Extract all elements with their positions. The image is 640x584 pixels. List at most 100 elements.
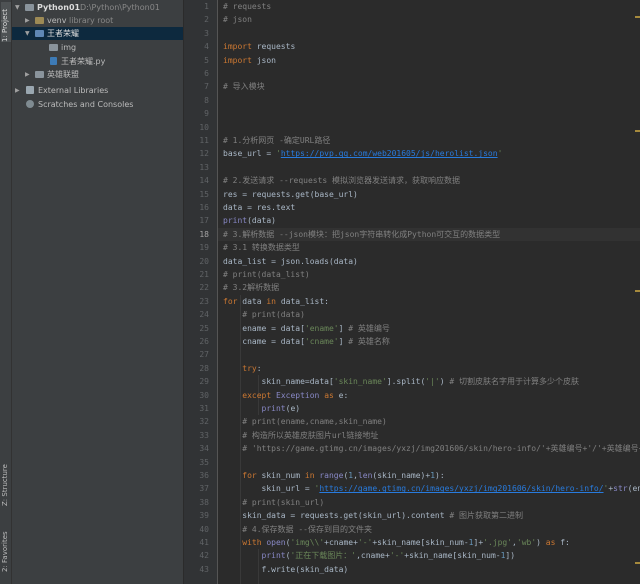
code-line[interactable]: for data in data_list: <box>218 295 640 308</box>
line-number: 2 <box>204 15 209 25</box>
line-number: 37 <box>199 484 209 494</box>
code-line[interactable] <box>218 107 640 120</box>
line-number: 9 <box>204 109 209 119</box>
code-line[interactable]: # print(skin_url) <box>218 496 640 509</box>
code-line[interactable]: # print(data) <box>218 308 640 321</box>
project-root-path: D:\Python\Python01 <box>80 3 160 12</box>
code-line[interactable]: # 4.保存数据 --保存到目的文件夹 <box>218 523 640 536</box>
expand-arrow-icon[interactable]: ▶ <box>25 68 30 81</box>
line-number: 38 <box>199 497 209 507</box>
line-number: 1 <box>204 2 209 11</box>
tree-row-scratches[interactable]: Scratches and Consoles <box>12 98 183 111</box>
code-line[interactable]: base_url = 'https://pvp.qq.com/web201605… <box>218 147 640 160</box>
line-number: 40 <box>199 524 209 534</box>
tree-item-label: img <box>61 43 77 52</box>
line-number-gutter[interactable]: 1 2 3 4 5 6 7 8 9 10 11 12 13 14 15 16 17 18 19 20 21 22 23 24 2… <box>184 0 218 584</box>
tree-item-label: Scratches and Consoles <box>38 100 134 109</box>
code-line[interactable]: print(data) <box>218 214 640 227</box>
code-line[interactable]: # print(data_list) <box>218 268 640 281</box>
code-line[interactable]: ename = data['ename'] # 英雄编号 <box>218 322 640 335</box>
line-number: 43 <box>199 564 209 574</box>
code-line[interactable]: for skin_num in range(1,len(skin_name)+1… <box>218 469 640 482</box>
line-number: 11 <box>199 136 209 145</box>
scratches-icon <box>26 100 34 108</box>
code-line[interactable]: # json <box>218 13 640 26</box>
tree-row-wangzhe-folder[interactable]: ▼ 王者荣耀 <box>12 27 183 40</box>
favorites-tool-tab[interactable]: 2: Favorites <box>1 522 11 572</box>
code-line[interactable]: skin_url = 'https://game.gtimg.cn/images… <box>218 482 640 495</box>
code-line[interactable]: # 1.分析网页 -确定URL路径 <box>218 134 640 147</box>
code-line[interactable]: # 3.2解析数据 <box>218 281 640 294</box>
tree-row-img[interactable]: img <box>12 41 183 54</box>
tree-item-label: 英雄联盟 <box>47 70 79 79</box>
tree-row-venv[interactable]: ▶ venv library root <box>12 14 183 27</box>
line-number: 21 <box>199 270 209 279</box>
code-line[interactable]: # 导入模块 <box>218 80 640 93</box>
code-line[interactable]: data = res.text <box>218 201 640 214</box>
code-line[interactable]: f.write(skin_data) <box>218 563 640 576</box>
scrollbar-warning-marker[interactable] <box>635 290 640 292</box>
code-line[interactable] <box>218 67 640 80</box>
expand-arrow-icon[interactable]: ▼ <box>15 1 20 14</box>
line-number: 13 <box>199 162 209 172</box>
code-line[interactable]: # 2.发送请求 --requests 模拟浏览器发送请求，获取响应数据 <box>218 174 640 187</box>
folder-icon <box>35 17 44 24</box>
code-line[interactable]: except Exception as e: <box>218 389 640 402</box>
code-line[interactable]: # 'https://game.gtimg.cn/images/yxzj/img… <box>218 442 640 455</box>
code-line[interactable] <box>218 27 640 40</box>
expand-arrow-icon[interactable]: ▶ <box>25 14 30 27</box>
structure-tool-tab[interactable]: Z: Structure <box>1 458 11 506</box>
folder-icon <box>25 4 34 11</box>
folder-icon <box>35 71 44 78</box>
code-line[interactable]: import json <box>218 54 640 67</box>
line-number: 6 <box>204 69 209 78</box>
line-number: 42 <box>199 551 209 561</box>
code-line[interactable]: print('正在下载图片：',cname+'-'+skin_name[skin… <box>218 549 640 562</box>
line-number: 18 <box>199 229 209 239</box>
code-line[interactable]: data_list = json.loads(data) <box>218 255 640 268</box>
tree-row-yingxiong[interactable]: ▶ 英雄联盟 <box>12 68 183 81</box>
scrollbar-warning-marker[interactable] <box>635 16 640 18</box>
line-number: 4 <box>204 42 209 52</box>
code-line[interactable]: # 3.1 转换数据类型 <box>218 241 640 254</box>
code-line[interactable] <box>218 348 640 361</box>
line-number: 12 <box>199 149 209 159</box>
code-line[interactable] <box>218 161 640 174</box>
scrollbar-warning-marker[interactable] <box>635 562 640 564</box>
line-number: 31 <box>199 404 209 413</box>
line-number: 24 <box>199 310 209 320</box>
code-line[interactable]: res = requests.get(base_url) <box>218 188 640 201</box>
line-number: 25 <box>199 323 209 333</box>
line-number: 39 <box>199 511 209 521</box>
line-number: 26 <box>199 337 209 346</box>
code-editor[interactable]: # requests # json import requests import js… <box>218 0 640 584</box>
code-line[interactable]: # requests <box>218 0 640 13</box>
code-line[interactable]: # 3.解析数据 --json模块：把json字符串转化成Python可交互的数… <box>218 227 640 242</box>
code-line[interactable]: # print(ename,cname,skin_name) <box>218 415 640 428</box>
expand-arrow-icon[interactable]: ▼ <box>25 27 30 40</box>
line-number: 41 <box>199 538 209 547</box>
code-line[interactable]: # 构造所以英雄皮肤图片url链接地址 <box>218 429 640 442</box>
line-number: 8 <box>204 95 209 105</box>
code-line[interactable]: import requests <box>218 40 640 53</box>
line-number: 5 <box>204 55 209 65</box>
code-line[interactable]: skin_data = requests.get(skin_url).conte… <box>218 509 640 522</box>
tree-row-wangzhe-py[interactable]: 王者荣耀.py <box>12 55 183 68</box>
code-line[interactable]: try: <box>218 362 640 375</box>
scrollbar-warning-marker[interactable] <box>635 130 640 132</box>
code-line[interactable] <box>218 94 640 107</box>
tree-row-root[interactable]: ▼ Python01 D:\Python\Python01 <box>12 1 183 14</box>
code-line[interactable]: print(e) <box>218 402 640 415</box>
code-line[interactable] <box>218 121 640 134</box>
tree-row-external-libraries[interactable]: ▶ External Libraries <box>12 84 183 97</box>
expand-arrow-icon[interactable]: ▶ <box>15 84 20 97</box>
code-line[interactable]: with open('img\\'+cname+'-'+skin_name[sk… <box>218 536 640 549</box>
code-line[interactable]: cname = data['cname'] # 英雄名称 <box>218 335 640 348</box>
project-tool-tab[interactable]: 1: Project <box>1 2 11 42</box>
line-number: 16 <box>199 203 209 212</box>
project-tree-panel: ▼ Python01 D:\Python\Python01 ▶ venv lib… <box>12 0 184 584</box>
code-line[interactable]: skin_name=data['skin_name'].split('|') #… <box>218 375 640 388</box>
python-file-icon <box>50 57 57 65</box>
tree-item-label: External Libraries <box>38 86 109 95</box>
code-line[interactable] <box>218 456 640 469</box>
